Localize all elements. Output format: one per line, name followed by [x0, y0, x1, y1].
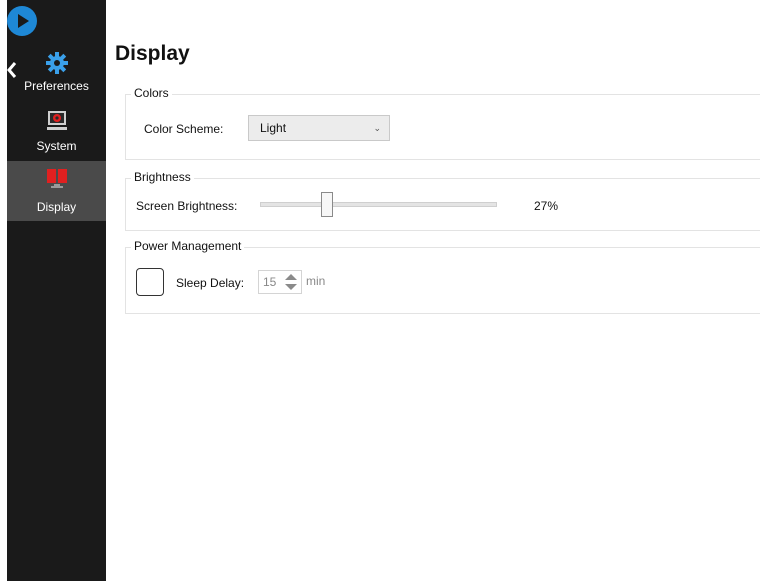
- brightness-legend: Brightness: [131, 170, 194, 184]
- spin-down-icon[interactable]: [285, 284, 297, 290]
- sleep-delay-stepper[interactable]: 15: [258, 270, 302, 294]
- color-scheme-label: Color Scheme:: [144, 122, 224, 136]
- colors-group: Colors Color Scheme: Light ⌄: [125, 86, 760, 160]
- sleep-delay-label: Sleep Delay:: [176, 276, 245, 290]
- sleep-delay-value: 15: [263, 275, 277, 289]
- spin-up-icon[interactable]: [285, 274, 297, 280]
- display-icon: [45, 167, 69, 191]
- colors-legend: Colors: [131, 86, 172, 100]
- color-scheme-select[interactable]: Light ⌄: [248, 115, 390, 141]
- sleep-delay-unit: min: [306, 274, 326, 288]
- power-management-legend: Power Management: [131, 239, 245, 253]
- sidebar-item-system[interactable]: System: [7, 103, 106, 163]
- page-title: Display: [115, 42, 190, 65]
- screen-brightness-label: Screen Brightness:: [136, 199, 238, 213]
- sidebar-item-label: System: [36, 139, 77, 153]
- sidebar-item-label: Display: [36, 200, 77, 214]
- sidebar-item-label: Preferences: [24, 79, 89, 93]
- system-icon: [45, 109, 69, 133]
- brightness-group: Brightness Screen Brightness: 27%: [125, 170, 760, 231]
- app-logo-icon[interactable]: [7, 6, 37, 36]
- left-gutter: [0, 0, 7, 581]
- sidebar-item-preferences[interactable]: Preferences: [7, 43, 106, 103]
- brightness-value: 27%: [534, 199, 559, 213]
- brightness-slider-track[interactable]: [260, 202, 497, 207]
- brightness-slider-thumb[interactable]: [320, 192, 333, 217]
- sleep-delay-checkbox[interactable]: [136, 268, 164, 296]
- chevron-down-icon: ⌄: [373, 123, 381, 133]
- color-scheme-value: Light: [260, 121, 287, 135]
- sidebar-item-display[interactable]: Display: [7, 161, 106, 221]
- power-management-group: Power Management Sleep Delay: 15 min: [125, 239, 760, 314]
- gear-icon: [45, 51, 69, 75]
